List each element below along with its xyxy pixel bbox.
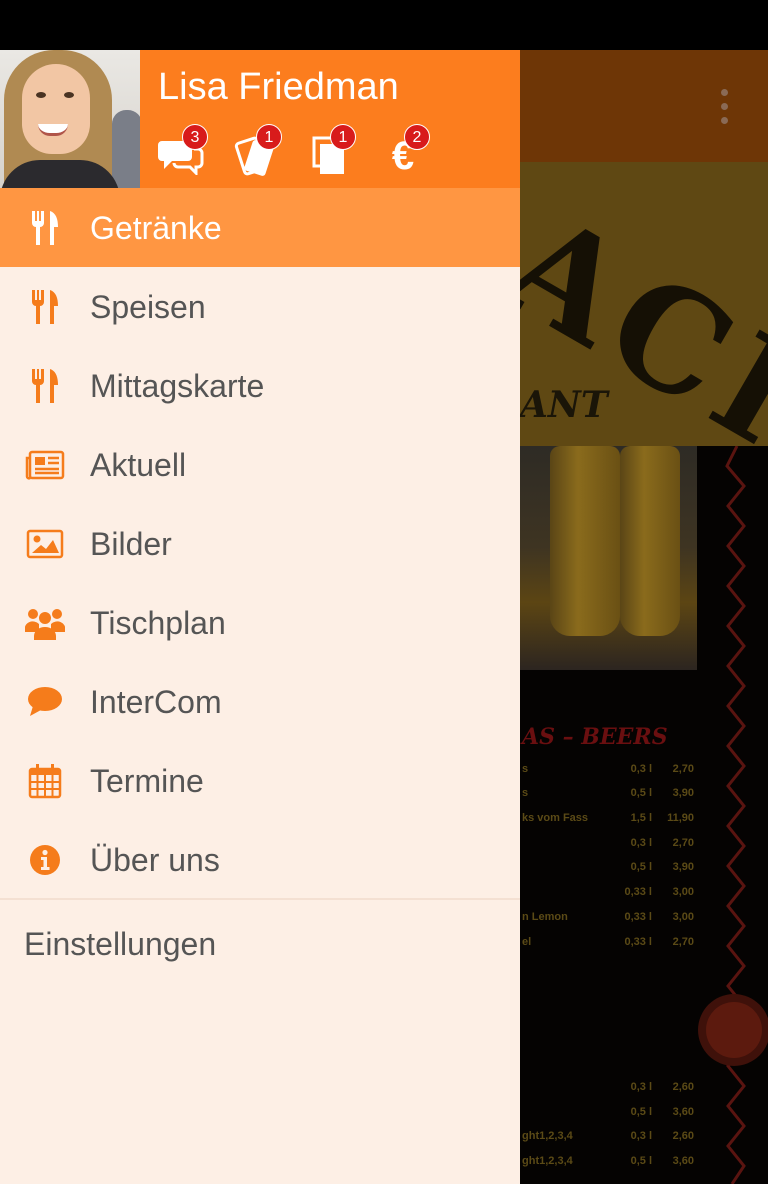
price-row-name: s xyxy=(522,787,529,799)
messages-badge[interactable]: 3 xyxy=(158,124,210,182)
price-row: 0,3 l 2,60 xyxy=(522,1078,702,1098)
price-row-price: 3,90 xyxy=(672,861,694,873)
menu-item-speisen[interactable]: Speisen xyxy=(0,267,520,346)
price-row: 0,33 l 3,00 xyxy=(522,883,702,903)
menu-item-bilder[interactable]: Bilder xyxy=(0,504,520,583)
price-row: n Lemon 0,33 l 3,00 xyxy=(522,908,702,928)
navigation-drawer: Lisa Friedman 3 1 1 € 2 Getränke Speisen… xyxy=(0,50,520,1184)
price-row-qty: 1,5 l xyxy=(630,812,652,824)
menu-item-label: Bilder xyxy=(90,526,172,562)
beer-photo xyxy=(520,446,697,670)
menu-item-label: Mittagskarte xyxy=(90,368,265,404)
price-row-qty: 0,5 l xyxy=(630,1155,652,1167)
tickets-badge[interactable]: 1 xyxy=(232,124,284,182)
menu-item-label: Termine xyxy=(90,763,204,799)
price-row-qty: 0,3 l xyxy=(630,1130,652,1142)
beers-heading: AS – BEERS xyxy=(522,724,668,750)
menu-item-tischplan[interactable]: Tischplan xyxy=(0,583,520,662)
price-row: ght1,2,3,4 0,5 l 3,60 xyxy=(522,1152,702,1172)
cutlery-icon xyxy=(24,208,66,248)
price-row-price: 3,00 xyxy=(672,911,694,923)
menu-item-ueber-uns[interactable]: Über uns xyxy=(0,820,520,899)
price-row-qty: 0,33 l xyxy=(624,936,652,948)
price-row: ks vom Fass 1,5 l 11,90 xyxy=(522,809,702,829)
group-icon xyxy=(24,603,66,643)
price-row: s 0,3 l 2,70 xyxy=(522,760,702,780)
badge-count: 2 xyxy=(404,124,430,150)
user-name: Lisa Friedman xyxy=(158,66,399,108)
menu-item-label: Tischplan xyxy=(90,605,226,641)
speech-bubble-icon xyxy=(24,682,66,722)
price-row-qty: 0,5 l xyxy=(630,787,652,799)
price-row-price: 2,70 xyxy=(672,936,694,948)
price-row-price: 2,60 xyxy=(672,1130,694,1142)
menu-item-label: Speisen xyxy=(90,289,206,325)
price-row-price: 2,70 xyxy=(672,763,694,775)
price-row-name: ght1,2,3,4 xyxy=(522,1155,573,1167)
price-row: ght1,2,3,4 0,3 l 2,60 xyxy=(522,1127,702,1147)
badge-count: 3 xyxy=(182,124,208,150)
badge-count: 1 xyxy=(330,124,356,150)
status-bar xyxy=(0,0,768,50)
price-row-qty: 0,33 l xyxy=(624,911,652,923)
price-row-price: 3,60 xyxy=(672,1106,694,1118)
info-icon xyxy=(24,840,66,880)
payments-badge[interactable]: € 2 xyxy=(380,124,432,182)
price-row-name: el xyxy=(522,936,532,948)
settings-item[interactable]: Einstellungen xyxy=(24,926,216,963)
price-row-price: 3,00 xyxy=(672,886,694,898)
menu-item-label: Getränke xyxy=(90,210,222,246)
price-row-qty: 0,5 l xyxy=(630,1106,652,1118)
price-row-qty: 0,5 l xyxy=(630,861,652,873)
price-row-name: s xyxy=(522,763,529,775)
price-row-price: 3,60 xyxy=(672,1155,694,1167)
menu-item-mittagskarte[interactable]: Mittagskarte xyxy=(0,346,520,425)
price-row-qty: 0,3 l xyxy=(630,1081,652,1093)
cutlery-icon xyxy=(24,366,66,406)
price-row-price: 2,70 xyxy=(672,837,694,849)
decorative-border xyxy=(725,446,746,1184)
menu-item-label: Über uns xyxy=(90,842,220,878)
image-icon xyxy=(24,524,66,564)
menu-item-label: InterCom xyxy=(90,684,222,720)
price-row-price: 11,90 xyxy=(667,812,694,824)
price-row: el 0,33 l 2,70 xyxy=(522,933,702,953)
menu-item-intercom[interactable]: InterCom xyxy=(0,662,520,741)
price-row-price: 3,90 xyxy=(672,787,694,799)
menu-item-getraenke[interactable]: Getränke xyxy=(0,188,520,267)
price-row: 0,5 l 3,60 xyxy=(522,1103,702,1123)
divider xyxy=(0,898,520,900)
price-row: s 0,5 l 3,90 xyxy=(522,784,702,804)
menu-item-aktuell[interactable]: Aktuell xyxy=(0,425,520,504)
documents-badge[interactable]: 1 xyxy=(306,124,358,182)
avatar[interactable] xyxy=(0,50,140,188)
drawer-header: Lisa Friedman 3 1 1 € 2 xyxy=(0,50,520,188)
price-row-name: ks vom Fass xyxy=(522,812,589,824)
price-row: 0,5 l 3,90 xyxy=(522,858,702,878)
newspaper-icon xyxy=(24,445,66,485)
menu-item-label: Aktuell xyxy=(90,447,187,483)
badge-count: 1 xyxy=(256,124,282,150)
overflow-menu-icon[interactable] xyxy=(704,82,744,130)
sun-ornament xyxy=(706,1002,762,1058)
app-screen: ACHI ANT AS – BEERS s 0,3 l 2,70 s 0,5 l 3,90… xyxy=(0,0,768,1184)
price-row-price: 2,60 xyxy=(672,1081,694,1093)
price-row-qty: 0,3 l xyxy=(630,763,652,775)
banner-subtitle: ANT xyxy=(520,384,608,426)
drawer-menu: Getränke Speisen Mittagskarte Aktuell Bi… xyxy=(0,188,520,899)
calendar-icon xyxy=(24,761,66,801)
menu-item-termine[interactable]: Termine xyxy=(0,741,520,820)
price-row-qty: 0,3 l xyxy=(630,837,652,849)
cutlery-icon xyxy=(24,287,66,327)
price-row-name: n Lemon xyxy=(522,911,568,923)
price-row: 0,3 l 2,70 xyxy=(522,834,702,854)
price-row-qty: 0,33 l xyxy=(624,886,652,898)
price-row-name: ght1,2,3,4 xyxy=(522,1130,573,1142)
